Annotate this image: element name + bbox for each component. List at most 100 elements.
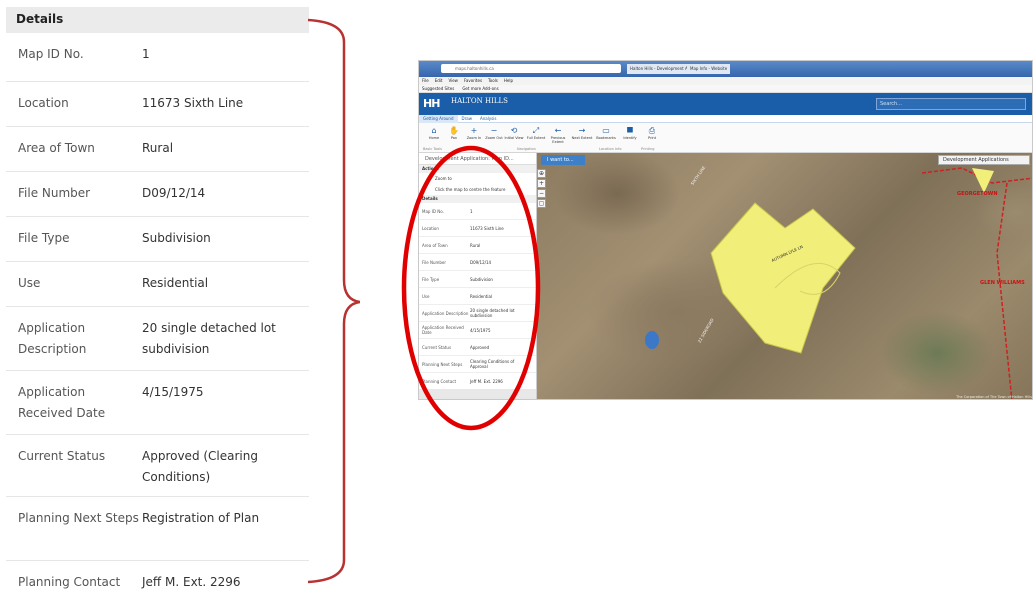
details-panel: Details Map ID No. 1 Location 11673 Sixth L… — [6, 7, 309, 589]
town-label-glen-williams: GLEN WILLIAMS — [980, 280, 1025, 286]
pond-shape — [645, 331, 659, 349]
ribbon-tab[interactable]: Analysis — [476, 115, 500, 123]
map-attribution: The Corporation of The Town of Halton Hi… — [956, 395, 1032, 399]
details-label: Area of Town — [18, 141, 95, 155]
details-value: Residential — [142, 276, 209, 290]
details-label: Location — [18, 96, 69, 110]
tool-label: Home — [428, 136, 440, 140]
details-value: Rural — [142, 141, 174, 155]
tool-button[interactable]: ← Previous Extent — [547, 126, 569, 144]
details-row: File Number D09/12/14 — [6, 172, 309, 217]
details-value: Subdivision — [142, 231, 211, 245]
tool-group-label: Location Info — [599, 147, 622, 151]
browser-menu-item[interactable]: Edit — [435, 78, 443, 83]
tool-label: Initial View — [504, 136, 524, 140]
details-row: Current Status Approved (Clearing Conditi… — [6, 435, 309, 497]
brace-path — [307, 18, 360, 584]
browser-menu-item[interactable]: Tools — [488, 78, 498, 83]
browser-menu-item[interactable]: Favorites — [464, 78, 482, 83]
tool-button[interactable]: ▭ Bookmarks — [595, 126, 617, 140]
tool-label: Previous Extent — [550, 136, 566, 144]
tool-icon: ← — [554, 126, 562, 135]
town-logo[interactable]: HH — [423, 97, 449, 110]
i-want-to-button[interactable]: I want to... — [541, 155, 585, 165]
details-row: Use Residential — [6, 262, 309, 307]
parcel-polygon[interactable] — [710, 202, 856, 354]
browser-titlebar: maps.haltonhills.ca Halton Hills - Devel… — [419, 61, 1032, 77]
tool-label: Print — [647, 136, 657, 140]
highlight-ellipse-stroke — [401, 145, 541, 431]
tool-label: Identify — [623, 136, 637, 140]
details-row: Location 11673 Sixth Line — [6, 82, 309, 127]
search-input[interactable]: Search... — [876, 98, 1026, 110]
favorites-item[interactable]: Get more Add-ons — [462, 86, 498, 91]
details-header: Details — [6, 7, 309, 33]
tool-icon: ⟲ — [510, 126, 518, 135]
ribbon-tab[interactable]: Getting Around — [419, 115, 458, 123]
details-value: Jeff M. Ext. 2296 — [142, 575, 241, 589]
town-label-georgetown: GEORGETOWN — [957, 191, 998, 197]
browser-menu-item[interactable]: View — [448, 78, 458, 83]
details-value: D09/12/14 — [142, 186, 206, 200]
details-row: Planning Contact Jeff M. Ext. 2296 — [6, 561, 309, 589]
tool-icon: + — [470, 126, 478, 135]
tool-label: Next Extent — [571, 136, 593, 140]
tool-icon: − — [490, 126, 498, 135]
details-label: Map ID No. — [18, 47, 84, 61]
details-label: Application Description — [18, 321, 87, 356]
town-name: HALTON HILLS — [451, 97, 508, 105]
details-label: Current Status — [18, 449, 106, 463]
ribbon-tabs: Getting Around Draw Analysis — [419, 115, 1032, 123]
details-value: Registration of Plan — [142, 511, 260, 525]
details-value: 1 — [142, 47, 150, 61]
site-header: HH HALTON HILLS Search... — [419, 93, 1032, 115]
details-label: Use — [18, 276, 41, 290]
tool-button[interactable]: ⌂ Home — [423, 126, 445, 140]
road-label-1: SIXTH LINE — [689, 165, 707, 186]
ribbon-tab[interactable]: Draw — [458, 115, 476, 123]
details-rows: Map ID No. 1 Location 11673 Sixth Line Area … — [6, 33, 309, 589]
tool-icon: ⯀ — [626, 126, 634, 135]
tool-button[interactable]: + Zoom In — [463, 126, 485, 140]
tool-icon: → — [578, 126, 586, 135]
tool-button[interactable]: ✋ Pan — [443, 126, 465, 140]
browser-tab-2[interactable]: Map Info - Website — [687, 64, 731, 74]
browser-menu-item[interactable]: File — [422, 78, 429, 83]
details-value: 11673 Sixth Line — [142, 96, 244, 110]
browser-menu-item[interactable]: Help — [504, 78, 513, 83]
details-row: File Type Subdivision — [6, 217, 309, 262]
tool-button[interactable]: → Next Extent — [571, 126, 593, 140]
tool-label: Bookmarks — [596, 136, 616, 140]
details-label: File Number — [18, 186, 91, 200]
tool-button[interactable]: ⯀ Identify — [619, 126, 641, 140]
map-view[interactable]: I want to... Development Applications ⊕ … — [537, 153, 1032, 399]
details-row: Planning Next Steps Registration of Plan — [6, 497, 309, 561]
details-row: Area of Town Rural — [6, 127, 309, 172]
details-value: Approved (Clearing Conditions) — [142, 449, 258, 484]
tool-button[interactable]: − Zoom Out — [483, 126, 505, 140]
details-row: Map ID No. 1 — [6, 33, 309, 82]
browser-menu-bar: File Edit View Favorites Tools Help — [419, 77, 1032, 85]
details-label: File Type — [18, 231, 70, 245]
curly-brace — [307, 18, 360, 584]
details-value: 20 single detached lot subdivision — [142, 321, 276, 356]
favorites-bar: Suggested Sites Get more Add-ons — [419, 85, 1032, 93]
tool-group-label: Printing — [641, 147, 655, 151]
tool-icon: ▭ — [602, 126, 610, 135]
tool-icon: ✋ — [449, 126, 459, 135]
tool-button[interactable]: ⎙ Print — [641, 126, 663, 140]
highlight-ellipse — [401, 145, 541, 431]
details-label: Planning Contact — [18, 575, 121, 589]
details-label: Application Received Date — [18, 385, 106, 420]
tool-button[interactable]: ⤢ Full Extent — [525, 126, 547, 140]
favorites-item[interactable]: Suggested Sites — [422, 86, 454, 91]
tool-icon: ⤢ — [532, 126, 540, 135]
tool-icon: ⎙ — [648, 126, 656, 135]
details-row: Application Description 20 single detache… — [6, 307, 309, 371]
tool-button[interactable]: ⟲ Initial View — [503, 126, 525, 140]
tool-icon: ⌂ — [431, 126, 437, 135]
tool-label: Full Extent — [526, 136, 546, 140]
address-bar[interactable]: maps.haltonhills.ca — [441, 64, 621, 73]
parcel-shape[interactable] — [705, 193, 875, 363]
tool-label: Zoom Out — [485, 136, 503, 140]
